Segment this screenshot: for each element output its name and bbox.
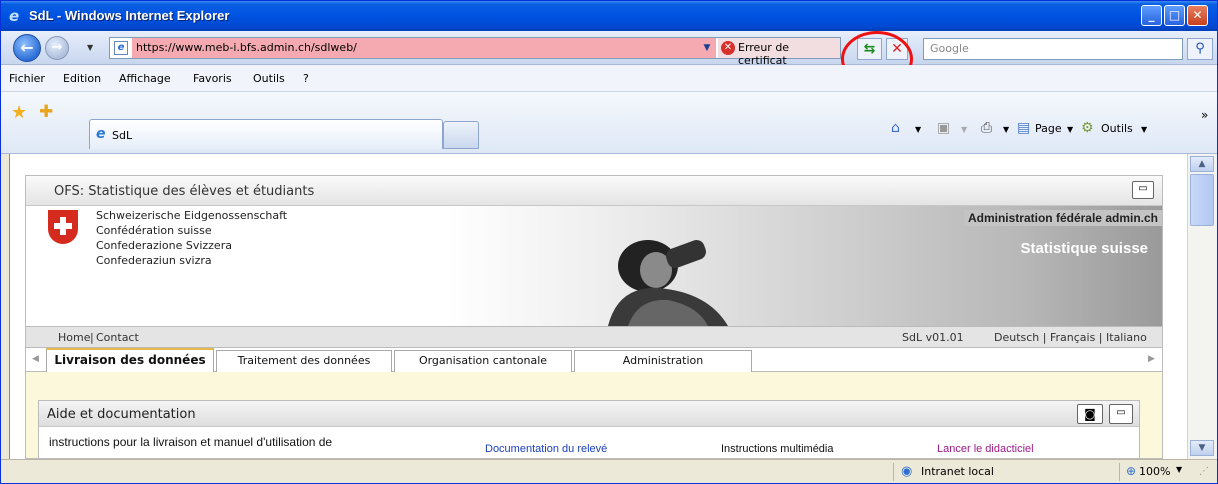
menu-favoris[interactable]: Favoris: [193, 72, 232, 85]
home-icon[interactable]: ⌂: [891, 120, 900, 136]
tab-label: SdL: [112, 129, 133, 142]
tabs-scroll-left-icon[interactable]: ◀: [32, 354, 39, 364]
aide-panel: Aide et documentation ◙ ▭ instructions p…: [38, 400, 1140, 458]
home-dropdown-icon[interactable]: ▼: [915, 125, 921, 134]
chevron-more-icon[interactable]: »: [1201, 108, 1208, 122]
zoom-icon: ⊕: [1126, 464, 1137, 478]
tab-sdl[interactable]: e SdL: [89, 119, 443, 149]
history-dropdown-icon[interactable]: ▼: [87, 43, 93, 52]
menu-outils[interactable]: Outils: [253, 72, 285, 85]
menu-edition[interactable]: Edition: [63, 72, 101, 85]
tools-dropdown-icon[interactable]: ▼: [1141, 125, 1147, 134]
tools-gear-icon: ⚙: [1081, 120, 1094, 136]
menu-affichage[interactable]: Affichage: [119, 72, 171, 85]
print-dropdown-icon[interactable]: ▼: [1003, 125, 1009, 134]
version-label: SdL v01.01: [902, 331, 964, 344]
menu-fichier[interactable]: Fichier: [9, 72, 45, 85]
status-separator-2: [1119, 463, 1120, 481]
scroll-up-button[interactable]: ▲: [1190, 156, 1214, 172]
tab-organisation[interactable]: Organisation cantonale: [394, 350, 572, 372]
swiss-shield-icon: [48, 210, 78, 244]
search-button[interactable]: ⚲: [1187, 38, 1213, 60]
minimize-button[interactable]: _: [1141, 5, 1162, 26]
app-tabs: ◀ Livraison des données Traitement des d…: [26, 348, 1162, 373]
security-zone[interactable]: Intranet local: [921, 465, 994, 478]
menu-help[interactable]: ?: [303, 72, 309, 85]
home-bar: Home | Contact SdL v01.01 Deutsch | Fran…: [26, 326, 1162, 348]
stat-suisse-label: Statistique suisse: [1020, 240, 1148, 257]
url-text[interactable]: https://www.meb-i.bfs.admin.ch/sdlweb/: [136, 41, 357, 54]
binoculars-photo: [608, 240, 728, 326]
browser-window: e SdL - Windows Internet Explorer _ □ ✕ …: [0, 0, 1218, 484]
home-link[interactable]: Home: [58, 331, 90, 344]
close-button[interactable]: ✕: [1187, 5, 1208, 26]
new-tab-button[interactable]: [443, 121, 479, 149]
conf-de: Schweizerische Eidgenossenschaft: [96, 209, 288, 222]
tab-bar: ★ ✚ e SdL ⌂ ▼ ▣ ▼ ⎙ ▼ ▤ Page ▼ ⚙ Outils …: [1, 92, 1217, 154]
page-menu-button[interactable]: Page: [1035, 122, 1062, 135]
feeds-dropdown-icon[interactable]: ▼: [961, 125, 967, 134]
link-documentation[interactable]: Documentation du relevé: [485, 443, 607, 455]
address-bar[interactable]: e https://www.meb-i.bfs.admin.ch/sdlweb/…: [109, 37, 841, 67]
tab-traitement[interactable]: Traitement des données: [216, 350, 392, 372]
tools-menu-button[interactable]: Outils: [1101, 122, 1133, 135]
feeds-icon[interactable]: ▣: [937, 120, 950, 136]
ie-logo-icon: e: [9, 7, 20, 25]
aide-header: Aide et documentation ◙ ▭: [39, 401, 1139, 427]
search-input[interactable]: Google: [923, 38, 1183, 60]
page-menu-icon: ▤: [1017, 120, 1031, 136]
title-bar: e SdL - Windows Internet Explorer _ □ ✕: [1, 1, 1217, 31]
home-separator: |: [90, 331, 94, 344]
resize-grip-icon[interactable]: ⋰: [1199, 466, 1209, 477]
status-separator: [893, 463, 894, 481]
tab-ie-icon: e: [96, 126, 106, 142]
forward-button[interactable]: →: [45, 36, 69, 60]
admin-label[interactable]: Administration fédérale admin.ch: [963, 210, 1162, 226]
address-dropdown-icon[interactable]: ▼: [700, 40, 714, 56]
tab-administration[interactable]: Administration: [574, 350, 752, 372]
certificate-warning-icon: ✕: [721, 41, 735, 55]
certificate-error-label: Erreur de certificat: [738, 41, 790, 67]
link-didacticiel[interactable]: Lancer le didacticiel: [937, 443, 1034, 455]
confederation-names: Schweizerische Eidgenossenschaft Confédé…: [96, 208, 287, 268]
window-title: SdL - Windows Internet Explorer: [29, 8, 230, 23]
contact-link[interactable]: Contact: [96, 331, 139, 344]
print-icon[interactable]: ⎙: [981, 120, 992, 136]
zoom-dropdown-icon[interactable]: ▼: [1176, 465, 1182, 474]
collapse-button[interactable]: ▭: [1132, 181, 1154, 199]
link-instructions[interactable]: Instructions multimédia: [721, 443, 834, 455]
add-favorites-icon[interactable]: ✚: [39, 102, 53, 122]
tab-livraison[interactable]: Livraison des données: [46, 348, 214, 373]
page-dropdown-icon[interactable]: ▼: [1067, 125, 1073, 134]
address-toolbar: ← → ▼ e https://www.meb-i.bfs.admin.ch/s…: [1, 31, 1217, 87]
aide-collapse-button[interactable]: ▭: [1109, 404, 1133, 424]
menu-bar: Fichier Edition Affichage Favoris Outils…: [1, 65, 1217, 92]
maximize-button[interactable]: □: [1164, 5, 1185, 26]
app-title: OFS: Statistique des élèves et étudiants: [54, 184, 315, 199]
zoom-level[interactable]: 100%: [1139, 465, 1170, 478]
aide-title: Aide et documentation: [47, 407, 196, 422]
sdl-application: OFS: Statistique des élèves et étudiants…: [25, 175, 1163, 459]
vertical-scrollbar[interactable]: ▲ ▼: [1187, 154, 1217, 459]
scroll-thumb[interactable]: [1190, 174, 1214, 226]
aide-description: instructions pour la livraison et manuel…: [49, 435, 333, 449]
status-bar: ◉ Intranet local ⊕ 100% ▼ ⋰: [1, 459, 1217, 483]
back-button[interactable]: ←: [13, 34, 41, 62]
intranet-icon: ◉: [901, 464, 913, 479]
scroll-down-button[interactable]: ▼: [1190, 440, 1214, 456]
favorites-center-icon[interactable]: ★: [11, 102, 27, 123]
language-links[interactable]: Deutsch | Français | Italiano: [994, 331, 1147, 344]
conf-it: Confederazione Svizzera: [96, 239, 232, 252]
camera-button[interactable]: ◙: [1077, 404, 1103, 424]
page-icon: e: [114, 41, 128, 55]
certificate-error-button[interactable]: ✕ Erreur de certificat: [718, 38, 840, 67]
conf-fr: Confédération suisse: [96, 224, 212, 237]
banner: Schweizerische Eidgenossenschaft Confédé…: [26, 206, 1162, 326]
conf-rm: Confederaziun svizra: [96, 254, 212, 267]
app-header: OFS: Statistique des élèves et étudiants…: [26, 176, 1162, 206]
tabs-scroll-right-icon[interactable]: ▶: [1148, 354, 1155, 364]
